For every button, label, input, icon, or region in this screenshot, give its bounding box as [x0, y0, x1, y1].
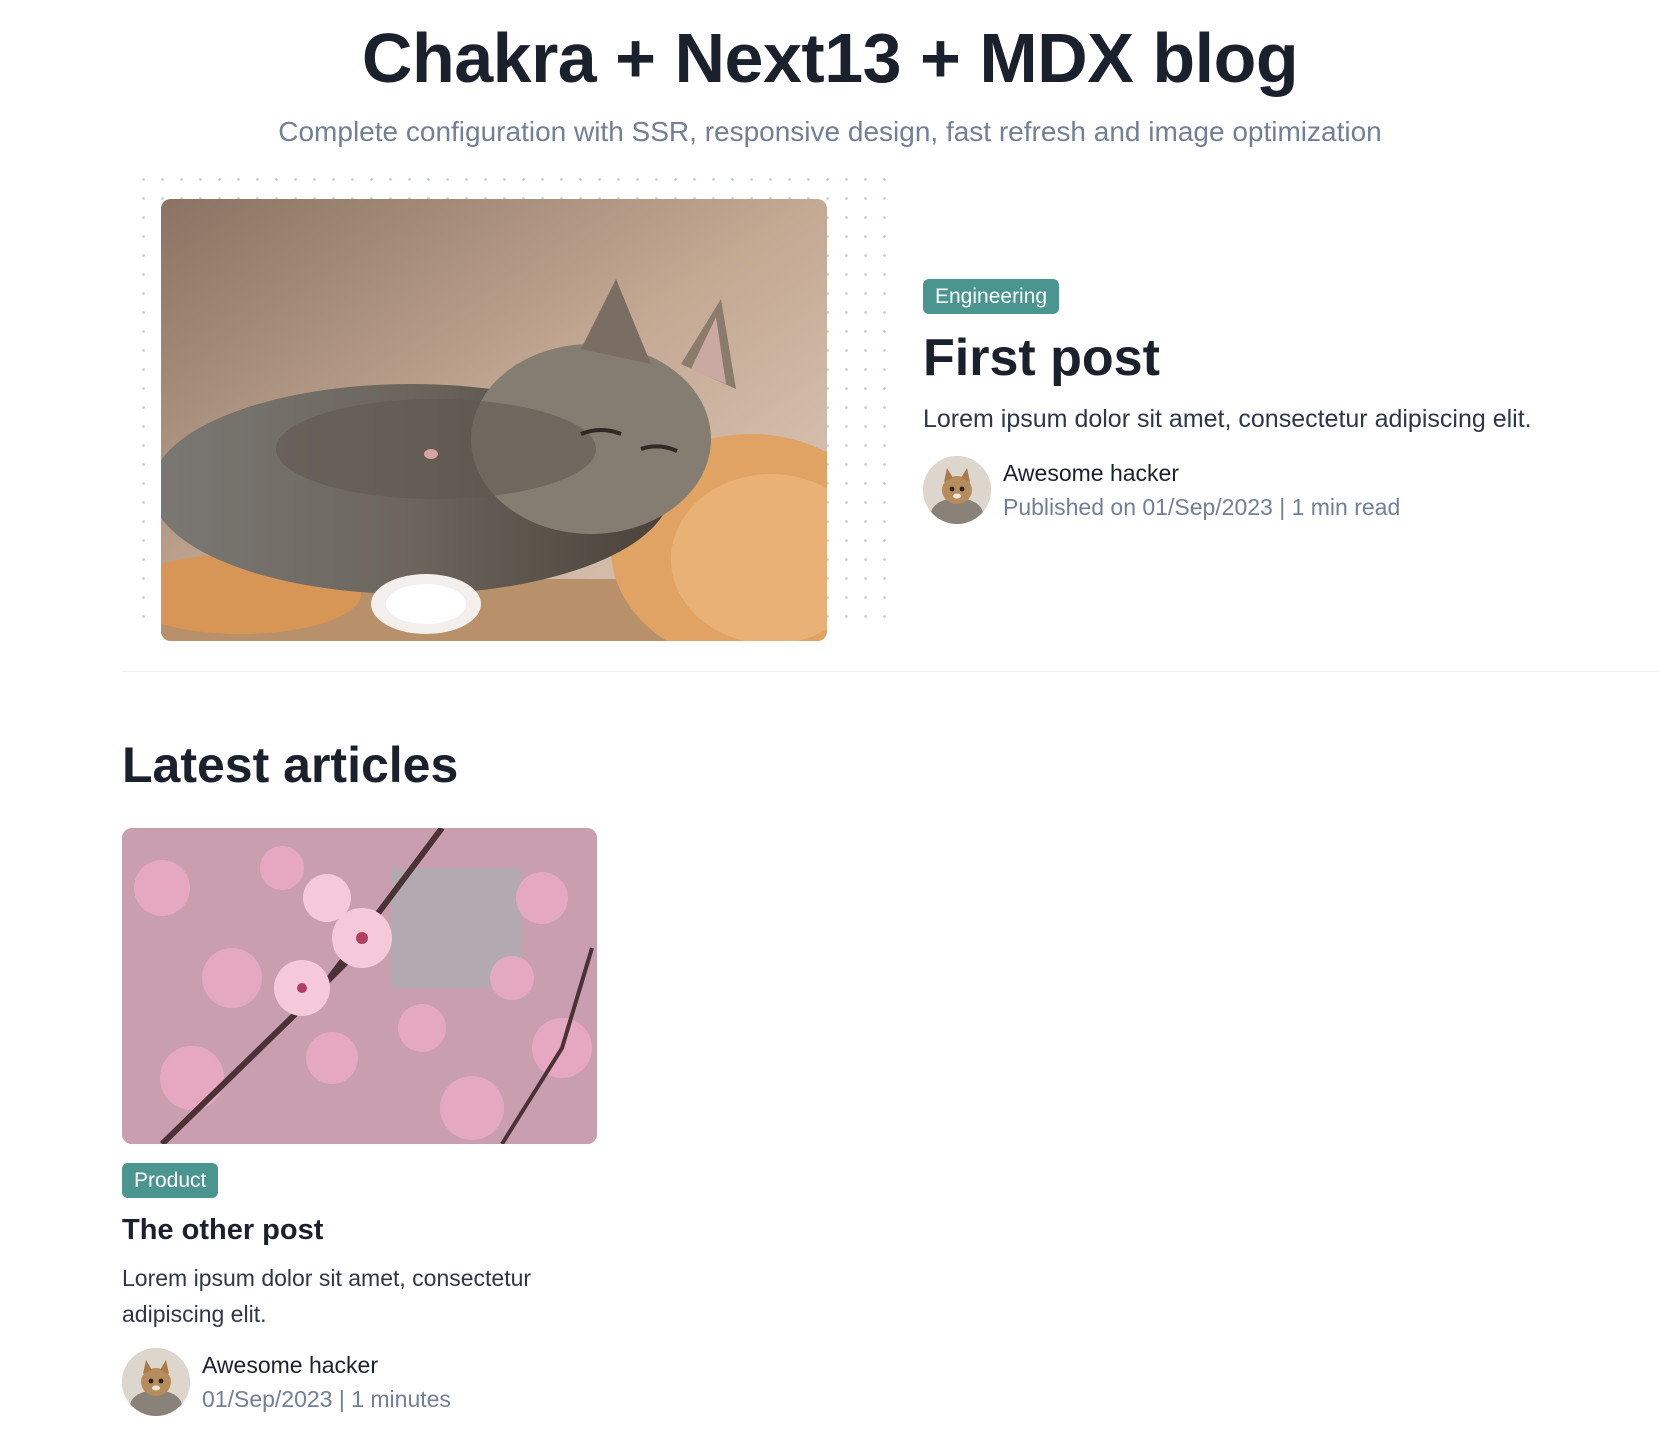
featured-post-title[interactable]: First post [923, 326, 1623, 390]
article-title[interactable]: The other post [122, 1210, 597, 1250]
featured-post-image-kitten[interactable] [161, 199, 827, 641]
category-badge[interactable]: Product [122, 1163, 219, 1198]
article-excerpt: Lorem ipsum dolor sit amet, consectetur … [122, 1265, 532, 1327]
author-avatar [923, 456, 991, 524]
author-info: Awesome hacker Published on 01/Sep/2023 … [923, 456, 1623, 524]
author-info: Awesome hacker 01/Sep/2023 | 1 minutes [122, 1348, 597, 1416]
section-divider [122, 671, 1660, 672]
featured-post-excerpt: Lorem ipsum dolor sit amet, consectetur … [923, 405, 1532, 433]
article-image-cherry-blossom[interactable] [122, 828, 597, 1144]
author-name: Awesome hacker [202, 1352, 378, 1378]
page-subtitle: Complete configuration with SSR, respons… [278, 116, 1382, 147]
author-avatar [122, 1348, 190, 1416]
page-title: Chakra + Next13 + MDX blog [361, 19, 1299, 97]
category-badge[interactable]: Engineering [923, 279, 1060, 314]
article-card[interactable]: Product The other post Lorem ipsum dolor… [122, 828, 597, 1416]
featured-post[interactable]: Engineering First post Lorem ipsum dolor… [923, 279, 1623, 524]
post-meta: Published on 01/Sep/2023 | 1 min read [1003, 494, 1401, 520]
post-meta: 01/Sep/2023 | 1 minutes [202, 1386, 451, 1412]
latest-articles-heading: Latest articles [122, 737, 459, 793]
blog-page: Chakra + Next13 + MDX blog Complete conf… [0, 0, 1660, 1438]
author-name: Awesome hacker [1003, 460, 1179, 486]
